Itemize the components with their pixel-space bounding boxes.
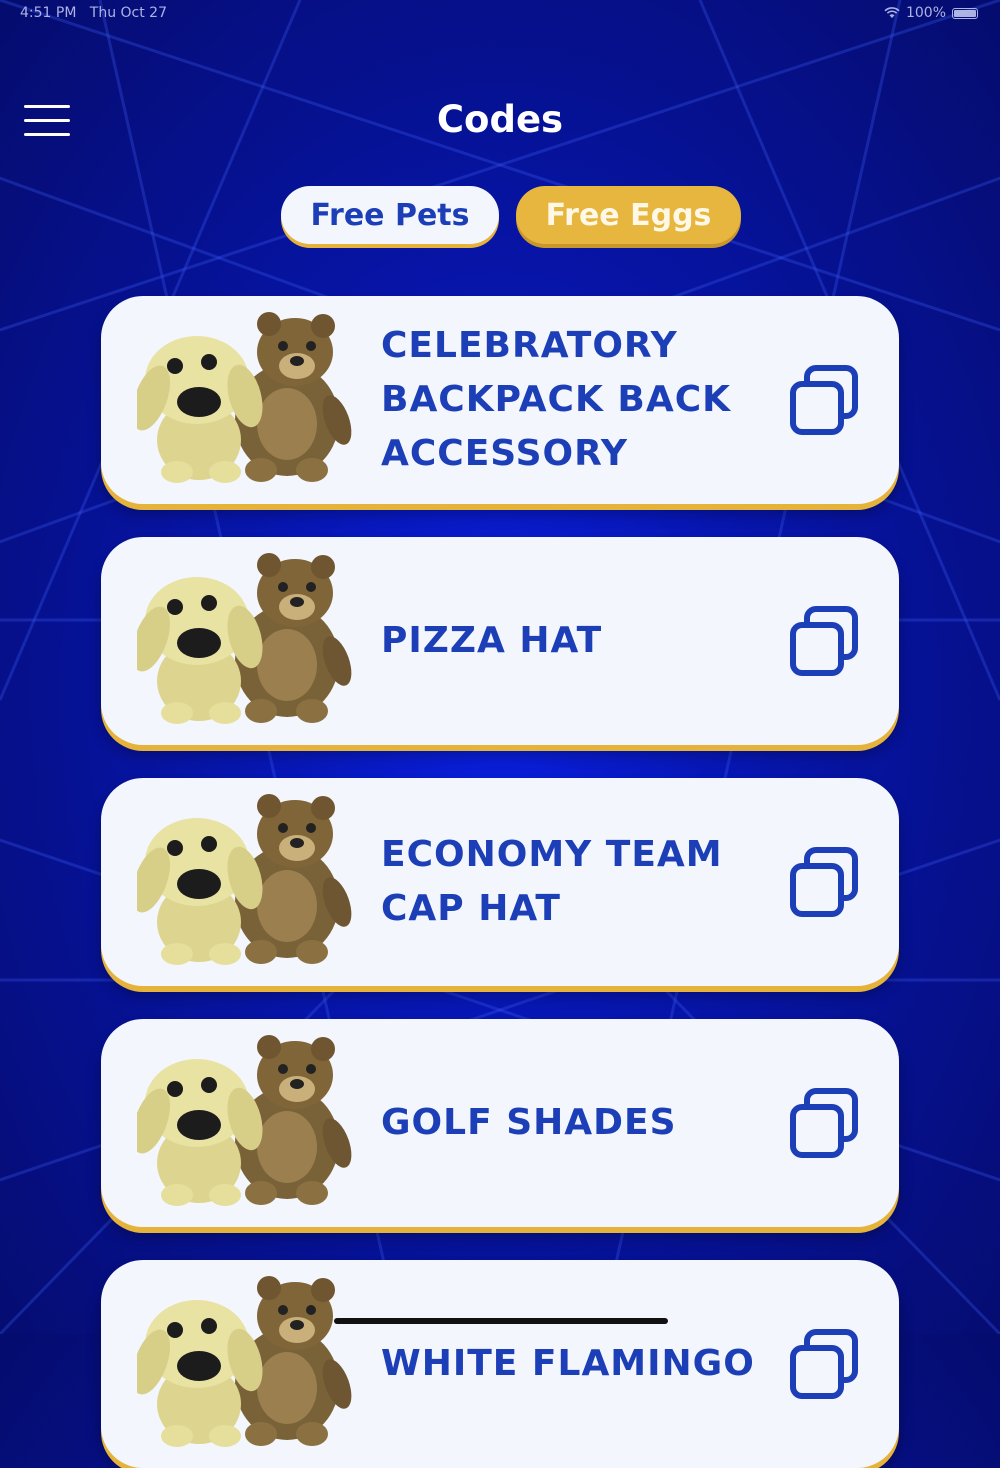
code-text: PIZZA HAT (381, 620, 603, 661)
home-indicator[interactable] (334, 1318, 668, 1324)
code-text: GOLF SHADES (381, 1102, 677, 1143)
dog-pet (137, 818, 263, 965)
dog-and-bear-pets-image (137, 312, 352, 483)
copy-icon[interactable] (789, 846, 861, 918)
dog-and-bear-pets-image (137, 553, 352, 724)
wifi-icon (884, 7, 900, 18)
status-right: 100% (884, 5, 978, 21)
dog-and-bear-pets-image (137, 1276, 352, 1447)
tab-free-pets[interactable]: Free Pets (281, 186, 499, 244)
code-card[interactable]: WHITE FLAMINGO (101, 1260, 899, 1468)
dog-pet (137, 336, 263, 483)
status-date: Thu Oct 27 (89, 5, 167, 21)
dog-and-bear-pets-image (137, 794, 352, 965)
status-time: 4:51 PM (20, 5, 77, 21)
dog-pet (137, 577, 263, 724)
dog-and-bear-pets-image (137, 1035, 352, 1206)
code-card[interactable]: CELEBRATORY BACKPACK BACK ACCESSORY (101, 296, 899, 504)
dog-pet (137, 1059, 263, 1206)
tab-free-eggs[interactable]: Free Eggs (516, 186, 741, 244)
page-title: Codes (436, 98, 564, 141)
battery-percent: 100% (905, 5, 946, 21)
battery-icon (952, 7, 978, 19)
code-text: WHITE FLAMINGO (381, 1343, 755, 1384)
status-bar: 4:51 PM Thu Oct 27 100% (0, 0, 1000, 28)
code-card[interactable]: GOLF SHADES (101, 1019, 899, 1227)
dog-pet (137, 1300, 263, 1447)
code-card[interactable]: ECONOMY TEAM CAP HAT (101, 778, 899, 986)
status-time-date: 4:51 PM Thu Oct 27 (20, 5, 167, 21)
copy-icon[interactable] (789, 1087, 861, 1159)
copy-icon[interactable] (789, 1328, 861, 1400)
code-card[interactable]: PIZZA HAT (101, 537, 899, 745)
copy-icon[interactable] (789, 605, 861, 677)
code-text: CELEBRATORY BACKPACK BACK ACCESSORY (381, 325, 732, 474)
copy-icon[interactable] (789, 364, 861, 436)
code-text: ECONOMY TEAM CAP HAT (381, 834, 723, 929)
